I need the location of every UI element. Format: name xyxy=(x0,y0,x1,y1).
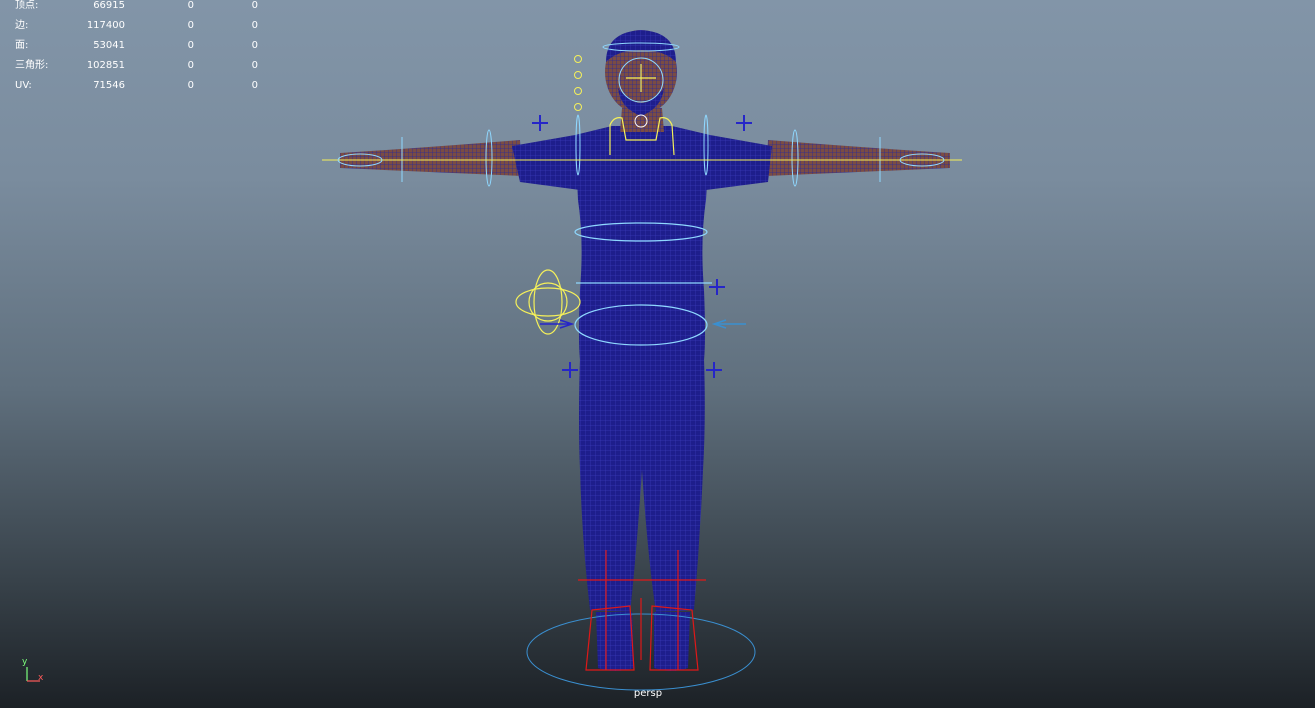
right-arm-mesh[interactable] xyxy=(766,140,950,176)
viewport-3d[interactable] xyxy=(0,0,1315,708)
knee-pivot-right[interactable] xyxy=(706,362,722,378)
hip-pivot-right[interactable] xyxy=(709,279,725,295)
left-sleeve-mesh[interactable] xyxy=(512,135,580,190)
pole-arrow-right[interactable] xyxy=(711,319,746,329)
character-mesh[interactable] xyxy=(340,30,950,671)
face-control-dots[interactable] xyxy=(574,55,582,111)
axis-x-label: x xyxy=(38,673,44,683)
shoulder-pivot-right[interactable] xyxy=(736,115,752,131)
shoulder-pivot-left[interactable] xyxy=(532,115,548,131)
left-arm-mesh[interactable] xyxy=(340,140,522,176)
camera-name-label: persp xyxy=(633,688,663,699)
knee-pivot-left[interactable] xyxy=(562,362,578,378)
torso-mesh[interactable] xyxy=(575,126,710,360)
axis-y-label: y xyxy=(22,657,28,667)
right-sleeve-mesh[interactable] xyxy=(706,135,772,190)
legs-mesh[interactable] xyxy=(579,358,705,612)
feet-mesh[interactable] xyxy=(596,612,690,671)
